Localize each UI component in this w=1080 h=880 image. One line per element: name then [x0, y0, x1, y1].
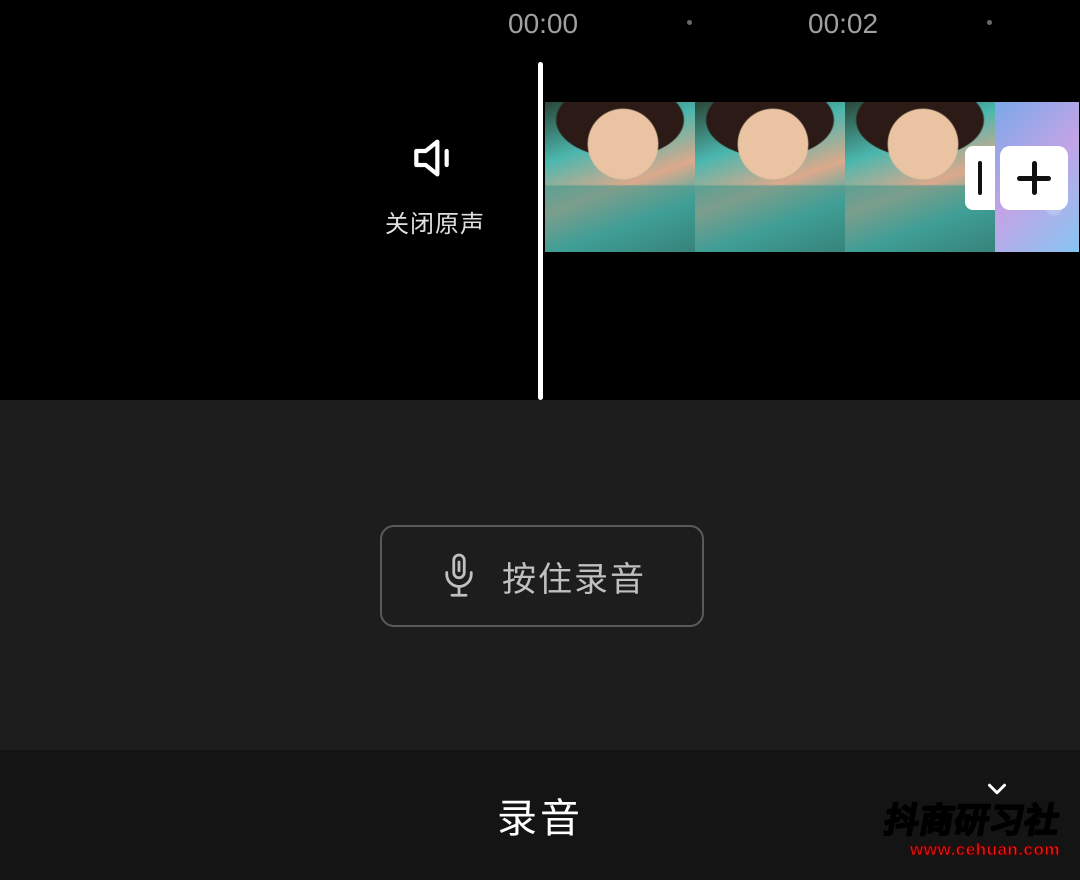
timeline-area: 00:00 00:02 关闭原声	[0, 0, 1080, 400]
clip-strip[interactable]	[545, 102, 1079, 252]
playhead[interactable]	[538, 62, 543, 400]
microphone-icon	[438, 551, 480, 601]
clip-thumbnail[interactable]	[545, 102, 695, 252]
record-panel: 按住录音	[0, 400, 1080, 750]
add-clip-button[interactable]	[1000, 146, 1068, 210]
clip-thumbnail[interactable]	[695, 102, 845, 252]
record-button-label: 按住录音	[502, 552, 646, 601]
speaker-icon	[407, 130, 463, 186]
time-ruler: 00:00 00:02	[0, 8, 1080, 48]
mode-label: 录音	[497, 786, 583, 844]
mute-original-audio-button[interactable]: 关闭原声	[385, 130, 485, 239]
time-tick-icon	[987, 20, 992, 25]
clip-trim-handle[interactable]	[965, 146, 995, 210]
time-label-0: 00:00	[508, 8, 578, 40]
bottom-bar: 录音	[0, 750, 1080, 880]
mute-label: 关闭原声	[385, 204, 485, 239]
handle-grip-icon	[978, 161, 982, 195]
plus-icon	[1032, 161, 1037, 195]
hold-to-record-button[interactable]: 按住录音	[380, 525, 704, 627]
collapse-icon[interactable]	[982, 774, 1012, 804]
time-label-2: 00:02	[808, 8, 878, 40]
time-tick-icon	[687, 20, 692, 25]
